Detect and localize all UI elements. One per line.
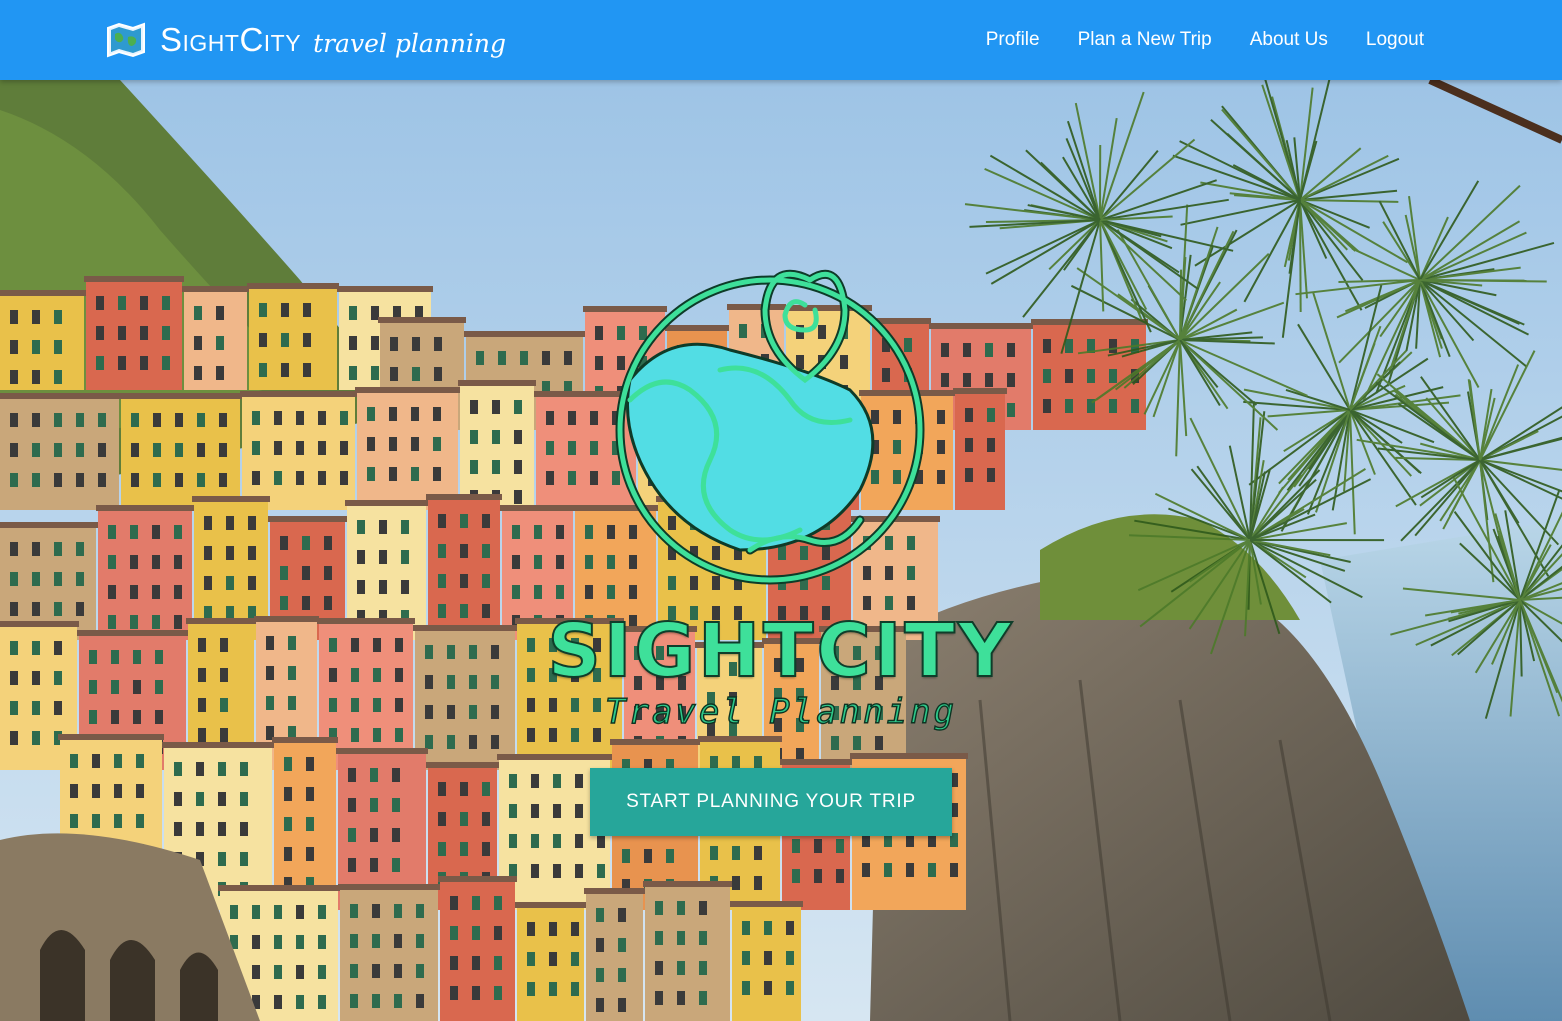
hero-title: SIGHTCITY (547, 607, 1015, 695)
brand-subtitle: travel planning (313, 28, 507, 58)
nav-profile-link[interactable]: Profile (986, 29, 1040, 51)
hero-subtitle: Travel Planning (604, 691, 958, 732)
hero-section: SIGHTCITY Travel Planning START PLANNING… (0, 80, 1562, 1021)
brand-name: SightCity (160, 21, 302, 58)
map-icon (107, 22, 145, 58)
globe-location-pin-logo (615, 269, 925, 585)
nav-about-link[interactable]: About Us (1250, 29, 1328, 51)
nav-logout-link[interactable]: Logout (1366, 29, 1424, 51)
nav-plan-trip-link[interactable]: Plan a New Trip (1078, 29, 1212, 51)
top-navbar: SightCity travel planning Profile Plan a… (0, 0, 1562, 80)
brand-logo-link[interactable]: SightCity travel planning (106, 18, 506, 62)
nav-links: Profile Plan a New Trip About Us Logout (986, 0, 1424, 80)
start-planning-button[interactable]: START PLANNING YOUR TRIP (590, 768, 952, 836)
